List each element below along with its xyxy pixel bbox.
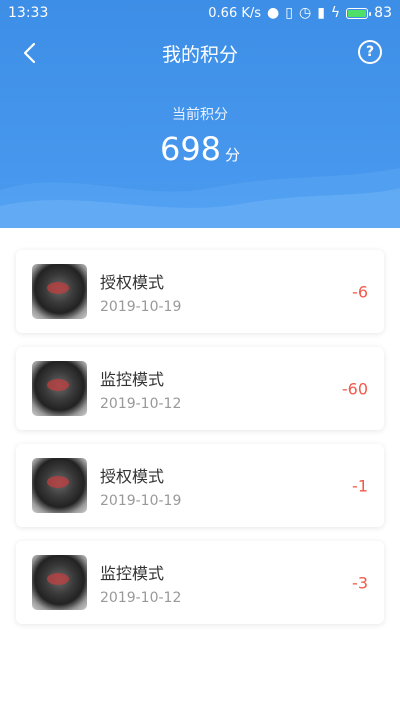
- alarm-icon: ◷: [298, 5, 312, 21]
- header-banner: 13:33 0.66 K/s ● ▯ ◷ ▮ ϟ 83 我的积分 ? 当前积分 …: [0, 0, 400, 228]
- list-item[interactable]: 监控模式 2019-10-12 -3: [16, 541, 384, 624]
- record-points-change: -3: [352, 573, 368, 592]
- points-label: 当前积分: [172, 107, 228, 123]
- record-points-change: -60: [341, 379, 368, 398]
- notification-icon: ●: [267, 5, 280, 21]
- record-thumbnail: [32, 361, 87, 416]
- list-item[interactable]: 授权模式 2019-10-19 -1: [16, 444, 384, 527]
- record-mode: 授权模式: [100, 272, 165, 292]
- record-date: 2019-10-19: [100, 298, 182, 315]
- status-bar: 13:33 0.66 K/s ● ▯ ◷ ▮ ϟ 83: [0, 0, 400, 26]
- charging-icon: ϟ: [330, 5, 341, 21]
- points-value: 698: [159, 130, 222, 168]
- points-record-list: 授权模式 2019-10-19 -6 监控模式 2019-10-12 -60 授…: [0, 250, 400, 638]
- list-item[interactable]: 监控模式 2019-10-12 -60: [16, 347, 384, 430]
- battery-icon: [346, 7, 372, 19]
- points-summary: 698 分: [0, 130, 400, 168]
- record-date: 2019-10-12: [100, 589, 182, 606]
- status-time: 13:33: [8, 5, 49, 21]
- signal-icon: ▮: [317, 5, 325, 21]
- record-date: 2019-10-19: [100, 492, 182, 509]
- record-thumbnail: [32, 555, 87, 610]
- back-button[interactable]: [14, 38, 44, 68]
- network-speed: 0.66 K/s: [208, 5, 262, 21]
- points-unit: 分: [225, 146, 241, 164]
- record-mode: 监控模式: [100, 563, 165, 583]
- page-title: 我的积分: [161, 43, 238, 66]
- vibrate-icon: ▯: [285, 5, 293, 21]
- help-icon: ?: [365, 44, 375, 60]
- record-thumbnail: [32, 264, 87, 319]
- nav-bar: 我的积分 ?: [0, 30, 400, 76]
- record-points-change: -1: [352, 476, 368, 495]
- help-button[interactable]: ?: [358, 40, 382, 64]
- chevron-left-icon: [23, 42, 36, 64]
- battery-level: 83: [374, 5, 392, 21]
- record-thumbnail: [32, 458, 87, 513]
- record-mode: 授权模式: [100, 466, 165, 486]
- record-points-change: -6: [352, 282, 368, 301]
- wave-decoration: [0, 168, 400, 228]
- list-item[interactable]: 授权模式 2019-10-19 -6: [16, 250, 384, 333]
